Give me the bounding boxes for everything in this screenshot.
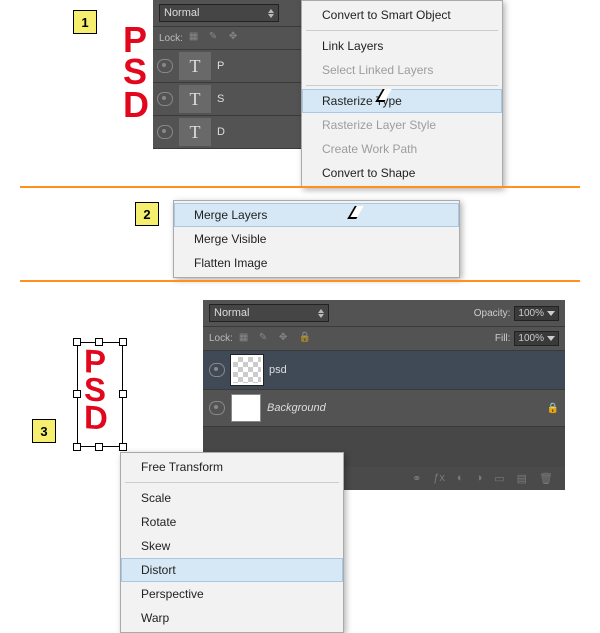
step-1-badge: 1 bbox=[73, 10, 97, 34]
step-3-badge: 3 bbox=[32, 419, 56, 443]
menu-free-transform[interactable]: Free Transform bbox=[121, 455, 343, 479]
menu-distort[interactable]: Distort bbox=[121, 558, 343, 582]
new-layer-icon[interactable]: ▤ bbox=[517, 472, 527, 485]
menu-separator bbox=[125, 482, 339, 483]
menu-flatten-image[interactable]: Flatten Image bbox=[174, 251, 459, 275]
menu-skew[interactable]: Skew bbox=[121, 534, 343, 558]
menu-warp[interactable]: Warp bbox=[121, 606, 343, 630]
menu-separator bbox=[306, 85, 498, 86]
lock-all-icon[interactable]: 🔒 bbox=[299, 332, 313, 346]
layer-thumb-icon bbox=[231, 355, 263, 385]
divider bbox=[20, 280, 580, 282]
transform-bounding-box[interactable]: PSD bbox=[77, 342, 123, 447]
menu-merge-visible[interactable]: Merge Visible bbox=[174, 227, 459, 251]
visibility-icon[interactable] bbox=[157, 125, 173, 139]
layer-name[interactable]: S bbox=[217, 93, 224, 105]
type-thumb-icon: T bbox=[179, 85, 211, 113]
layer-name[interactable]: D bbox=[217, 126, 225, 138]
lock-icon: 🔒 bbox=[547, 403, 559, 414]
panel-header-row: Normal Opacity:100% bbox=[203, 300, 565, 326]
layer-row[interactable]: TP bbox=[153, 50, 301, 83]
lock-pixels-icon[interactable]: ✎ bbox=[209, 31, 223, 45]
psd-letters-1: PSD bbox=[123, 24, 148, 121]
mask-icon[interactable]: ◐ bbox=[457, 472, 464, 485]
layer-name[interactable]: psd bbox=[269, 364, 287, 376]
trash-icon[interactable]: 🗑 bbox=[539, 472, 553, 485]
menu-rasterize-type[interactable]: Rasterize Type bbox=[302, 89, 502, 113]
lock-row: Lock: ▦ ✎ ✥ bbox=[153, 26, 301, 50]
layers-panel-1: Normal Lock: ▦ ✎ ✥ TP TS TD bbox=[153, 0, 301, 149]
layer-name[interactable]: P bbox=[217, 60, 224, 72]
transform-handle[interactable] bbox=[73, 338, 81, 346]
transform-handle[interactable] bbox=[119, 390, 127, 398]
type-thumb-icon: T bbox=[179, 118, 211, 146]
group-icon[interactable]: ▭ bbox=[494, 472, 504, 485]
menu-create-work-path: Create Work Path bbox=[302, 137, 502, 161]
menu-convert-smart-object[interactable]: Convert to Smart Object bbox=[302, 3, 502, 27]
divider bbox=[20, 186, 580, 188]
layer-row[interactable]: TS bbox=[153, 83, 301, 116]
lock-pixels-icon[interactable]: ✎ bbox=[259, 332, 273, 346]
transform-handle[interactable] bbox=[73, 390, 81, 398]
context-menu-1: Convert to Smart Object Link Layers Sele… bbox=[301, 0, 503, 188]
transform-handle[interactable] bbox=[119, 338, 127, 346]
transform-handle[interactable] bbox=[119, 443, 127, 451]
menu-convert-to-shape[interactable]: Convert to Shape bbox=[302, 161, 502, 185]
fill-control[interactable]: Fill:100% bbox=[495, 331, 559, 346]
lock-transparent-icon[interactable]: ▦ bbox=[189, 31, 203, 45]
cursor-icon bbox=[348, 206, 362, 224]
link-layers-icon[interactable]: ⚭ bbox=[412, 472, 421, 485]
menu-select-linked-layers: Select Linked Layers bbox=[302, 58, 502, 82]
adjustment-icon[interactable]: ◑ bbox=[476, 472, 483, 485]
transform-handle[interactable] bbox=[73, 443, 81, 451]
layer-row-background[interactable]: Background 🔒 bbox=[203, 390, 565, 427]
fx-icon[interactable]: ƒx bbox=[433, 472, 445, 485]
blend-row: Normal bbox=[153, 0, 301, 26]
context-menu-transform: Free Transform Scale Rotate Skew Distort… bbox=[120, 452, 344, 633]
opacity-control[interactable]: Opacity:100% bbox=[474, 306, 559, 321]
menu-merge-layers[interactable]: Merge Layers bbox=[174, 203, 459, 227]
menu-separator bbox=[306, 30, 498, 31]
transform-handle[interactable] bbox=[95, 338, 103, 346]
layer-thumb-icon bbox=[231, 394, 261, 422]
lock-position-icon[interactable]: ✥ bbox=[279, 332, 293, 346]
visibility-icon[interactable] bbox=[157, 59, 173, 73]
lock-fill-row: Lock: ▦ ✎ ✥ 🔒 Fill:100% bbox=[203, 326, 565, 351]
layer-name[interactable]: Background bbox=[267, 402, 326, 414]
blend-mode-dropdown[interactable]: Normal bbox=[209, 304, 329, 322]
menu-perspective[interactable]: Perspective bbox=[121, 582, 343, 606]
menu-scale[interactable]: Scale bbox=[121, 486, 343, 510]
type-thumb-icon: T bbox=[179, 52, 211, 80]
cursor-icon bbox=[376, 89, 390, 107]
layers-list-1: TP TS TD bbox=[153, 50, 301, 149]
lock-position-icon[interactable]: ✥ bbox=[229, 31, 243, 45]
menu-rotate[interactable]: Rotate bbox=[121, 510, 343, 534]
blend-mode-dropdown[interactable]: Normal bbox=[159, 4, 279, 22]
visibility-icon[interactable] bbox=[209, 401, 225, 415]
visibility-icon[interactable] bbox=[157, 92, 173, 106]
visibility-icon[interactable] bbox=[209, 363, 225, 377]
lock-transparent-icon[interactable]: ▦ bbox=[239, 332, 253, 346]
transform-handle[interactable] bbox=[95, 443, 103, 451]
menu-rasterize-layer-style: Rasterize Layer Style bbox=[302, 113, 502, 137]
context-menu-2: Merge Layers Merge Visible Flatten Image bbox=[173, 200, 460, 278]
menu-link-layers[interactable]: Link Layers bbox=[302, 34, 502, 58]
layer-row[interactable]: TD bbox=[153, 116, 301, 149]
step-2-badge: 2 bbox=[135, 202, 159, 226]
layer-row-psd[interactable]: psd bbox=[203, 351, 565, 390]
